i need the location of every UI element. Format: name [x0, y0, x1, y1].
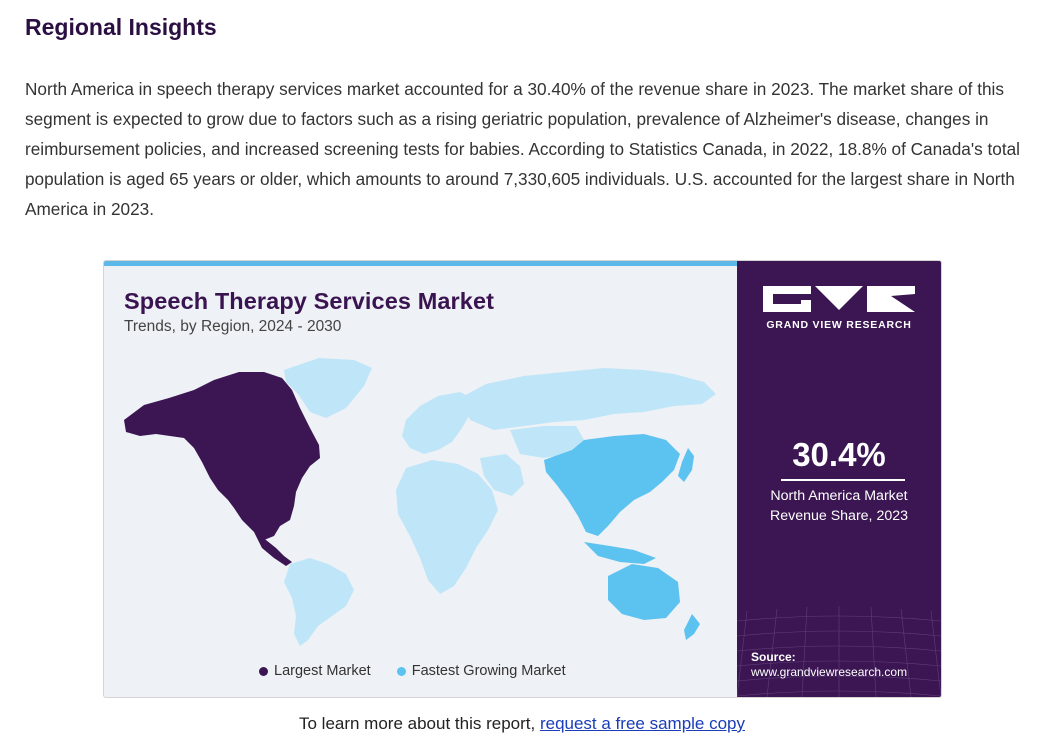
legend-dot-fastest [396, 666, 406, 676]
request-sample-link[interactable]: request a free sample copy [540, 714, 745, 733]
infographic-map-panel: Speech Therapy Services Market Trends, b… [104, 266, 737, 697]
map-region-africa [396, 460, 498, 594]
legend-label-fastest: Fastest Growing Market [411, 663, 566, 679]
stat-label-line1: North America Market [770, 488, 908, 504]
section-paragraph: North America in speech therapy services… [25, 79, 1020, 219]
infographic-title: Speech Therapy Services Market [124, 288, 495, 314]
market-infographic[interactable]: Speech Therapy Services Market Trends, b… [103, 260, 942, 698]
legend-item-fastest: Fastest Growing Market [396, 663, 566, 679]
world-map [124, 358, 716, 646]
infographic-stat-panel: GRAND VIEW RESEARCH 30.4% North America … [737, 261, 941, 697]
map-region-australia [608, 564, 680, 620]
map-region-new-zealand [684, 614, 700, 640]
map-legend: Largest Market Fastest Growing Market [259, 663, 592, 679]
map-region-north-america [124, 372, 320, 540]
map-region-southeast-asia [584, 542, 656, 564]
legend-item-largest: Largest Market [259, 663, 371, 679]
legend-label-largest: Largest Market [274, 663, 371, 679]
brand-name: GRAND VIEW RESEARCH [766, 319, 912, 331]
stat-divider [781, 479, 905, 481]
stat-value: 30.4% [792, 436, 886, 473]
infographic-subtitle: Trends, by Region, 2024 - 2030 [124, 318, 342, 335]
stat-label-line2: Revenue Share, 2023 [769, 508, 909, 524]
cta-prefix: To learn more about this report, [298, 714, 540, 733]
decorative-grid [737, 606, 941, 697]
grand-view-research-logo [763, 286, 915, 312]
section-heading: Regional Insights [25, 14, 217, 40]
map-region-russia [460, 368, 716, 430]
source-url: www.grandviewresearch.com [751, 665, 908, 679]
cta-line: To learn more about this report, request… [0, 714, 1044, 734]
source-label: Source: [751, 650, 796, 664]
stat-label: North America Market Revenue Share, 2023 [737, 486, 941, 526]
map-region-japan [678, 448, 694, 482]
map-region-south-america [284, 558, 354, 646]
map-region-central-america [254, 532, 292, 566]
legend-dot-largest [259, 666, 268, 676]
